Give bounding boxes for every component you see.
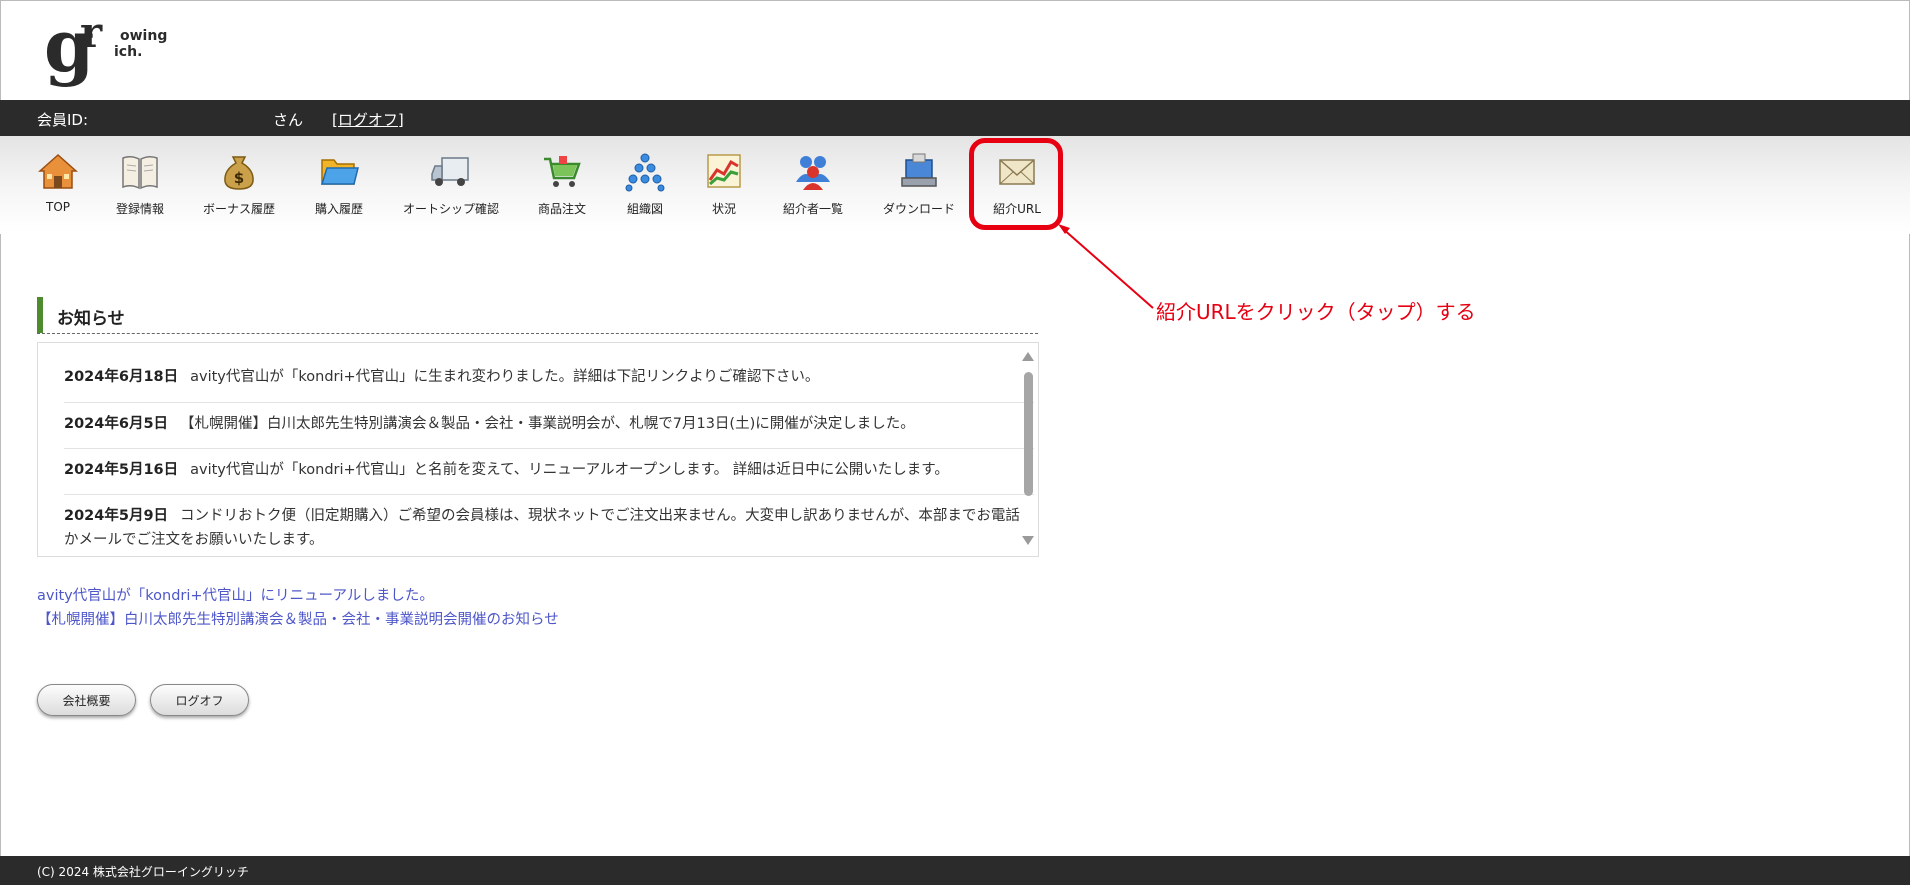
nav-status[interactable]: 状況 [674,150,774,217]
logo-text-1: owing [120,28,168,44]
nav-label: 紹介者一覧 [782,202,843,216]
annotation-text: 紹介URLをクリック（タップ）する [1156,300,1476,324]
news-item: 2024年5月9日 コンドリおトク便（旧定期購入）ご希望の会員様は、現状ネットでご… [64,504,1034,552]
annotation-arrow [1058,224,1154,309]
news-link-kondri[interactable]: avity代官山が「kondri+代官山」にリニューアルしました。 [37,584,434,605]
nav-label: 状況 [711,202,736,216]
news-text: コンドリおトク便（旧定期購入）ご希望の会員様は、現状ネットでご注文出来ません。大… [64,508,1020,548]
svg-text:$: $ [234,169,244,187]
company-overview-button[interactable]: 会社概要 [37,684,136,716]
news-divider [64,448,1034,449]
copyright: (C) 2024 株式会社グローイングリッチ [37,865,249,879]
news-text: 【札幌開催】白川太郎先生特別講演会＆製品・会社・事業説明会が、札幌で7月13日(… [180,416,915,432]
site-logo[interactable]: g r owing ich. [44,8,167,96]
news-title-text: お知らせ [57,309,125,329]
news-list[interactable]: 2024年6月18日 avity代官山が「kondri+代官山」に生まれ変わりまし… [37,342,1039,557]
org-chart-icon [624,150,666,192]
main-nav: TOP 登録情報 $ ボーナス履歴 購入履歴 オートシップ確認 商品注文 組織図… [0,136,1910,234]
member-id-label: 会員ID: [37,111,89,129]
logo-mark-2: r [80,8,103,57]
nav-purchase-history[interactable]: 購入履歴 [289,150,389,217]
nav-label: 登録情報 [115,202,164,216]
mail-icon [996,150,1038,192]
member-bar: 会員ID: さん [ログオフ] [0,100,1910,136]
book-icon [119,150,161,192]
cart-icon [541,150,583,192]
news-date: 2024年5月9日 [64,508,169,524]
nav-label: ボーナス履歴 [202,202,275,216]
nav-label: ダウンロード [882,202,955,216]
scroll-down-arrow[interactable] [1022,536,1034,545]
logoff-button[interactable]: ログオフ [150,684,249,716]
chart-icon [703,150,745,192]
news-text: avity代官山が「kondri+代官山」に生まれ変わりました。詳細は下記リンク… [190,369,820,385]
download-icon [898,150,940,192]
news-title: お知らせ [37,297,1038,334]
title-bar [37,297,43,333]
home-icon [37,150,79,192]
member-name-suffix: さん [273,111,304,129]
logo-text-2: ich. [114,44,143,60]
news-divider [64,402,1034,403]
footer: (C) 2024 株式会社グローイングリッチ [0,856,1910,885]
nav-download[interactable]: ダウンロード [869,150,969,217]
nav-label: 購入履歴 [314,202,363,216]
news-item: 2024年5月16日 avity代官山が「kondri+代官山」と名前を変えて、リ… [64,458,1034,482]
nav-autoship[interactable]: オートシップ確認 [401,150,501,217]
header-logoff-link[interactable]: [ログオフ] [332,109,404,130]
money-bag-icon: $ [218,150,260,192]
news-divider [64,494,1034,495]
folder-icon [318,150,360,192]
scroll-up-arrow[interactable] [1022,352,1034,361]
nav-registration[interactable]: 登録情報 [90,150,190,217]
news-date: 2024年6月18日 [64,369,179,385]
news-item: 2024年6月18日 avity代官山が「kondri+代官山」に生まれ変わりまし… [64,365,1034,389]
scrollbar-thumb[interactable] [1024,372,1033,496]
news-text: avity代官山が「kondri+代官山」と名前を変えて、リニューアルオープンし… [190,462,949,478]
nav-referral-url[interactable]: 紹介URL [967,150,1067,217]
users-icon [792,150,834,192]
news-date: 2024年5月16日 [64,462,179,478]
nav-bonus-history[interactable]: $ ボーナス履歴 [189,150,289,217]
news-item: 2024年6月5日 【札幌開催】白川太郎先生特別講演会＆製品・会社・事業説明会が、… [64,412,1034,436]
nav-label: オートシップ確認 [402,202,499,216]
news-date: 2024年6月5日 [64,416,169,432]
news-link-sapporo[interactable]: 【札幌開催】白川太郎先生特別講演会＆製品・会社・事業説明会開催のお知らせ [37,608,559,629]
truck-icon [430,150,472,192]
nav-referrals[interactable]: 紹介者一覧 [763,150,863,217]
